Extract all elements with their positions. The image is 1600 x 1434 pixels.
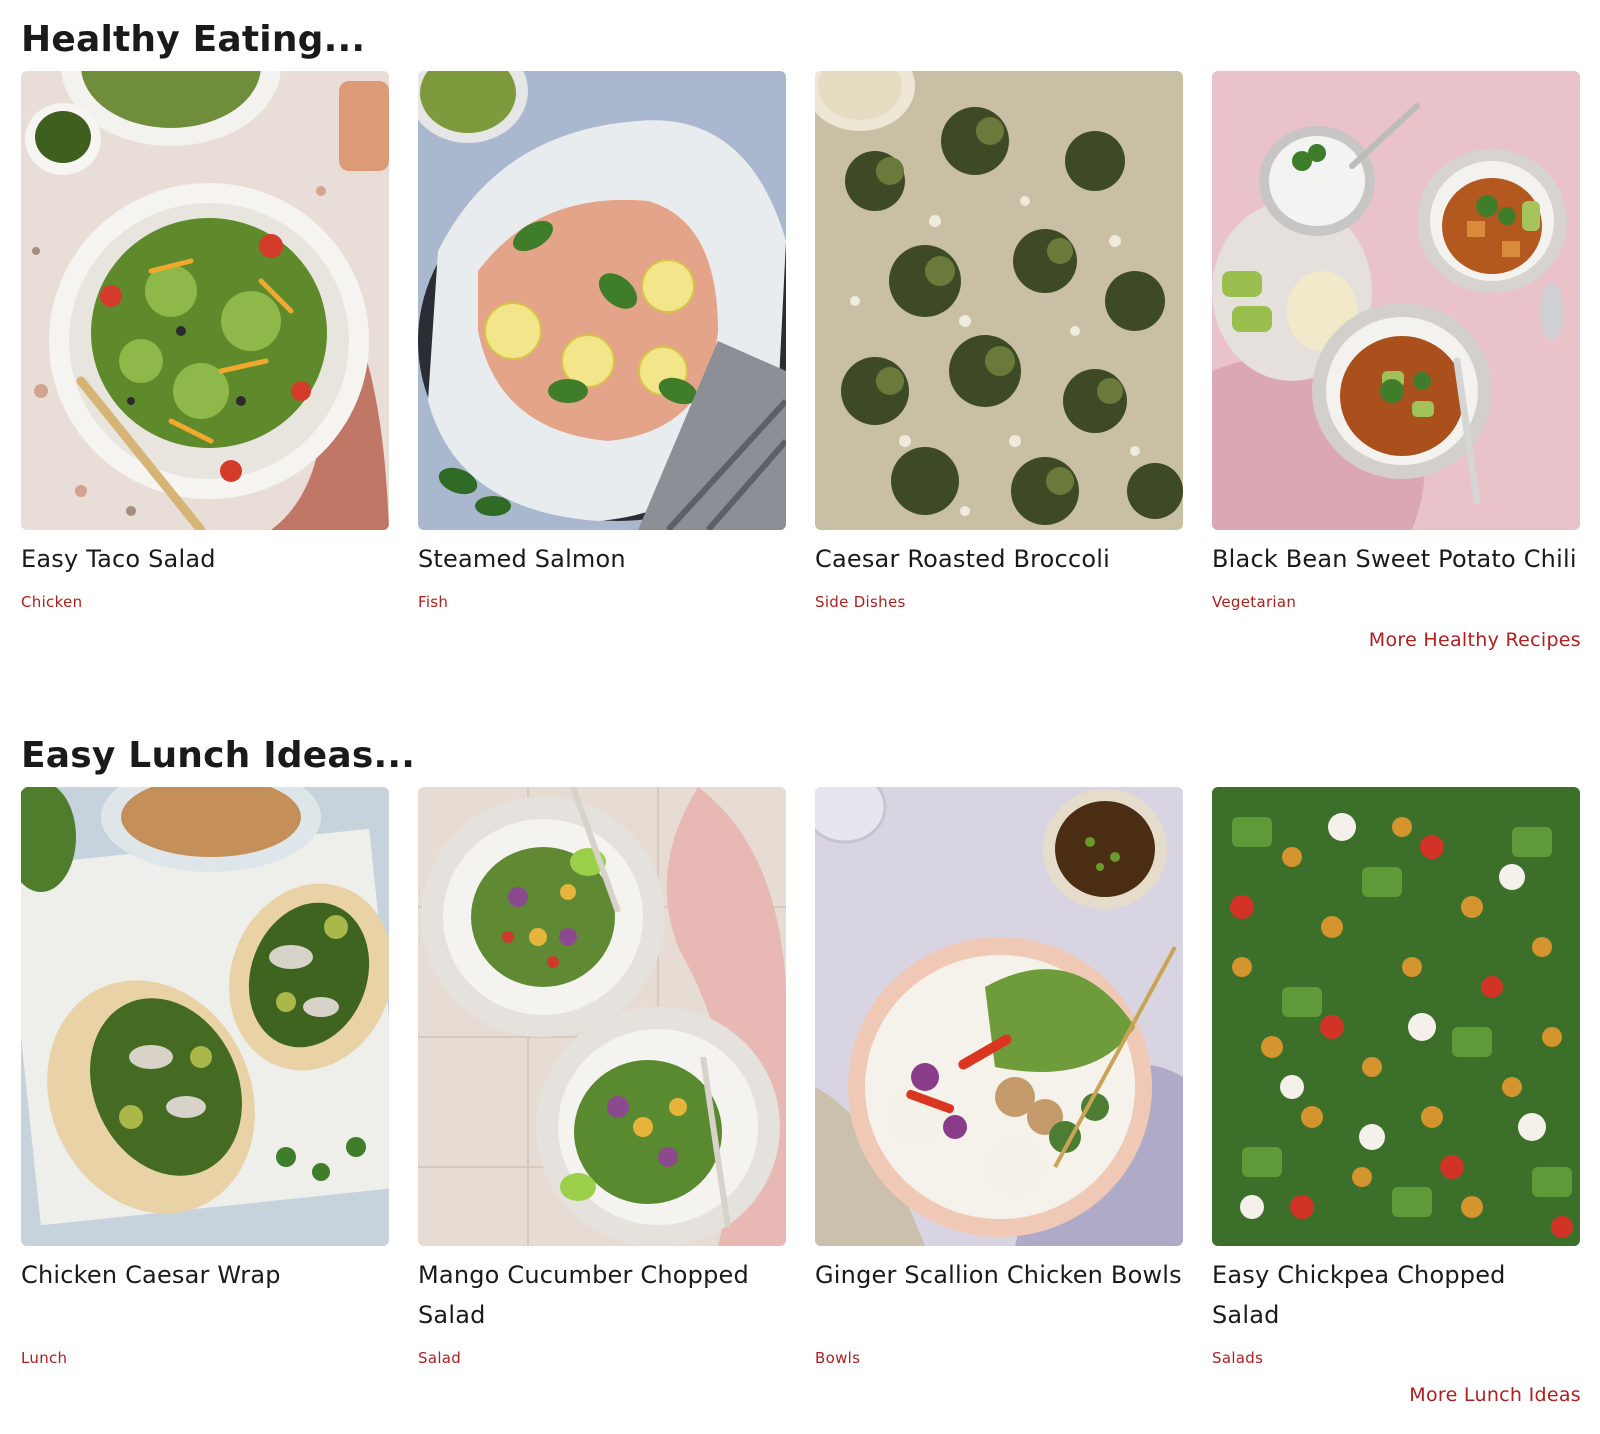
recipe-image[interactable] <box>21 787 389 1246</box>
recipe-image[interactable] <box>1212 787 1580 1246</box>
steamed-salmon-photo <box>418 71 786 530</box>
recipe-image[interactable] <box>21 71 389 530</box>
recipe-title[interactable]: Ginger Scallion Chicken Bowls <box>815 1255 1183 1335</box>
chickpea-chopped-salad-photo <box>1212 787 1580 1246</box>
recipe-image[interactable] <box>1212 71 1580 530</box>
recipe-card[interactable]: Black Bean Sweet Potato Chili Vegetarian <box>1212 71 1580 619</box>
recipe-title[interactable]: Steamed Salmon <box>418 539 786 619</box>
recipe-card[interactable]: Mango Cucumber Chopped Salad Salad <box>418 787 786 1367</box>
recipe-category-tag[interactable]: Lunch <box>21 1349 67 1367</box>
more-lunch-ideas-link[interactable]: More Lunch Ideas <box>1409 1384 1581 1406</box>
recipe-card[interactable]: Easy Taco Salad Chicken <box>21 71 389 619</box>
recipe-category-tag[interactable]: Fish <box>418 593 448 611</box>
recipe-card[interactable]: Chicken Caesar Wrap Lunch <box>21 787 389 1367</box>
caesar-wrap-photo <box>21 787 389 1246</box>
recipe-title[interactable]: Chicken Caesar Wrap <box>21 1255 389 1335</box>
recipe-card[interactable]: Easy Chickpea Chopped Salad Salads <box>1212 787 1580 1367</box>
recipe-category-tag[interactable]: Salad <box>418 1349 461 1367</box>
recipe-grid: Chicken Caesar Wrap Lunch Mango Cucumber… <box>21 787 1581 1367</box>
roasted-broccoli-photo <box>815 71 1183 530</box>
taco-salad-photo <box>21 71 389 530</box>
recipe-category-tag[interactable]: Bowls <box>815 1349 860 1367</box>
mango-chopped-salad-photo <box>418 787 786 1246</box>
recipe-category-tag[interactable]: Vegetarian <box>1212 593 1296 611</box>
recipe-grid: Easy Taco Salad Chicken Steamed Salmon F… <box>21 71 1581 611</box>
recipe-category-tag[interactable]: Side Dishes <box>815 593 906 611</box>
recipe-image[interactable] <box>815 787 1183 1246</box>
recipe-category-tag[interactable]: Salads <box>1212 1349 1263 1367</box>
recipe-image[interactable] <box>815 71 1183 530</box>
recipe-image[interactable] <box>418 787 786 1246</box>
ginger-chicken-bowl-photo <box>815 787 1183 1246</box>
recipe-card[interactable]: Ginger Scallion Chicken Bowls Bowls <box>815 787 1183 1367</box>
recipe-card[interactable]: Steamed Salmon Fish <box>418 71 786 619</box>
section-title: Healthy Eating... <box>21 19 366 60</box>
recipe-title[interactable]: Easy Chickpea Chopped Salad <box>1212 1255 1580 1335</box>
recipe-image[interactable] <box>418 71 786 530</box>
recipe-title[interactable]: Mango Cucumber Chopped Salad <box>418 1255 786 1335</box>
recipe-card[interactable]: Caesar Roasted Broccoli Side Dishes <box>815 71 1183 619</box>
section-title: Easy Lunch Ideas... <box>21 735 416 776</box>
sweet-potato-chili-photo <box>1212 71 1580 530</box>
more-healthy-recipes-link[interactable]: More Healthy Recipes <box>1369 629 1581 651</box>
recipe-category-tag[interactable]: Chicken <box>21 593 82 611</box>
